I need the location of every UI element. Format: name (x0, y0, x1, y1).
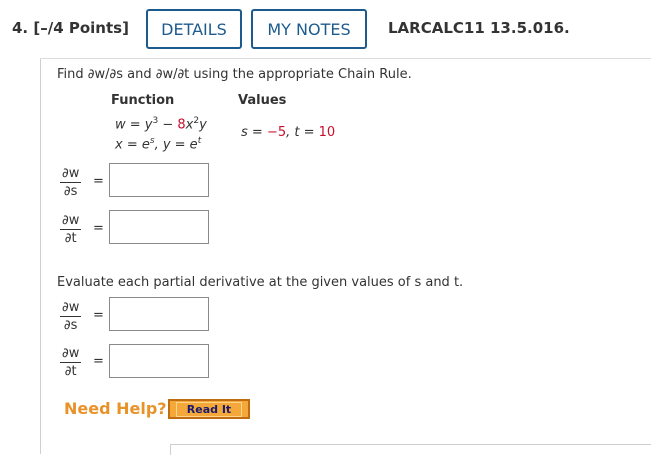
dw-dt-evaluated-input[interactable] (109, 344, 209, 378)
values-header: Values (238, 93, 287, 108)
details-button[interactable]: DETAILS (146, 9, 242, 49)
need-help-label: Need Help? (64, 399, 167, 418)
given-values: s = −5, t = 10 (241, 125, 336, 140)
equals-sign: = (93, 174, 104, 189)
function-equation-w: w = y3 − 8x2y (115, 116, 207, 133)
left-border (40, 58, 41, 454)
function-equation-xy: x = es, y = et (115, 136, 202, 153)
course-code: LARCALC11 13.5.016. (388, 19, 570, 37)
dw-ds-answer-input[interactable] (109, 163, 209, 197)
equals-sign: = (93, 354, 104, 369)
top-divider (40, 58, 651, 59)
read-it-button[interactable]: Read It (168, 399, 250, 419)
bottom-panel-edge (170, 444, 651, 455)
function-header: Function (111, 93, 175, 108)
problem-instructions: Find ∂w/∂s and ∂w/∂t using the appropria… (57, 67, 412, 82)
equals-sign: = (93, 221, 104, 236)
dw-ds-evaluated-input[interactable] (109, 297, 209, 331)
equals-sign: = (93, 308, 104, 323)
partial-w-t-fraction: ∂w ∂t (60, 213, 82, 246)
dw-dt-answer-input[interactable] (109, 210, 209, 244)
evaluate-instructions: Evaluate each partial derivative at the … (57, 275, 464, 290)
read-it-label: Read It (175, 401, 243, 417)
partial-w-t-fraction-eval: ∂w ∂t (60, 346, 82, 379)
partial-w-s-fraction: ∂w ∂s (60, 166, 82, 199)
my-notes-button[interactable]: MY NOTES (251, 9, 367, 49)
partial-w-s-fraction-eval: ∂w ∂s (60, 300, 82, 333)
question-number-label: 4. [–/4 Points] (12, 19, 129, 37)
